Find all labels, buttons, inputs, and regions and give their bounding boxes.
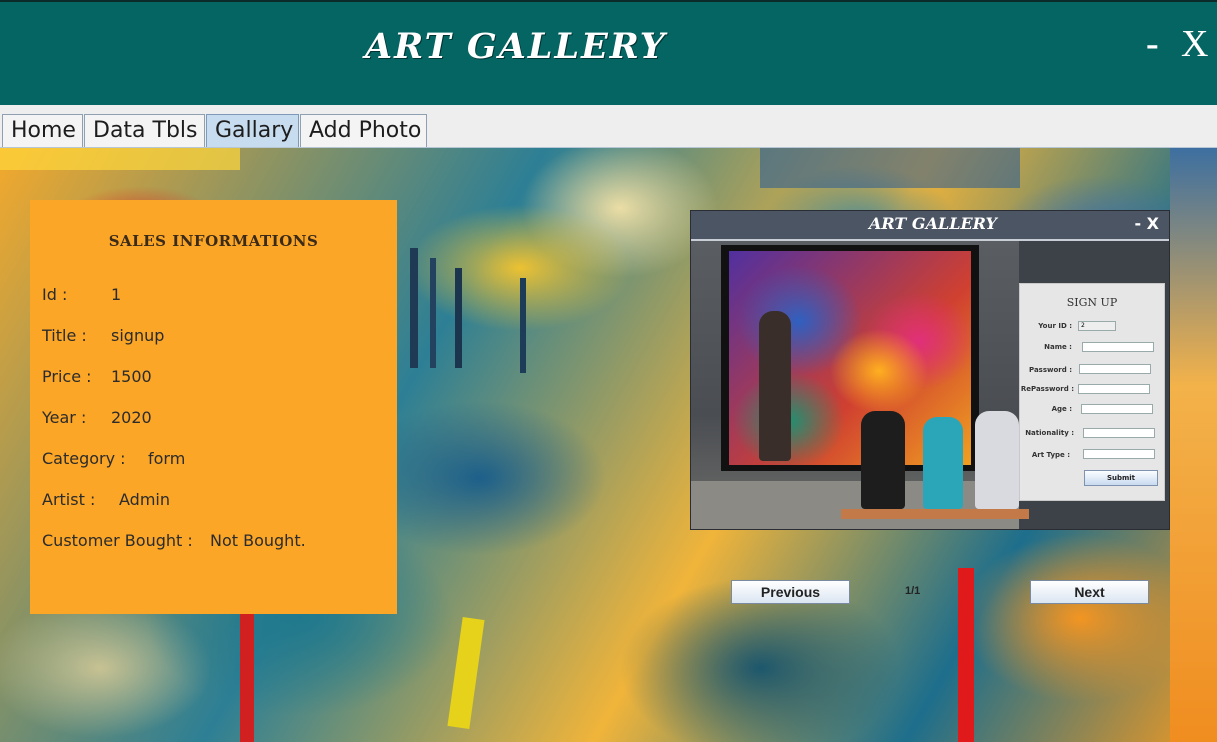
close-button[interactable]: X [1181,24,1208,64]
next-button[interactable]: Next [1030,580,1149,604]
paint-stroke [240,608,254,742]
minimize-button[interactable]: - [1146,24,1159,64]
preview-field-label: Nationality : [1025,429,1074,437]
previous-button[interactable]: Previous [731,580,850,604]
preview-field [1078,384,1150,394]
preview-field-label: Age : [1051,405,1072,413]
info-value: form [148,449,186,468]
sales-info-panel: SALES INFORMATIONS Id : 1 Title : signup P… [30,200,397,614]
info-row-price: Price : 1500 [42,367,152,386]
info-value: Admin [119,490,170,509]
preview-window-buttons: - X [1134,214,1159,233]
info-value: Not Bought. [210,531,306,550]
paint-stroke [1170,148,1217,742]
preview-person [975,411,1019,509]
paint-stroke [455,268,462,368]
info-label: Artist : [42,490,96,509]
info-row-id: Id : 1 [42,285,121,304]
preview-field [1081,404,1153,414]
preview-field [1082,342,1154,352]
info-label: Category : [42,449,126,468]
preview-form-title: SIGN UP [1066,296,1118,309]
preview-signup-form: SIGN UP Your ID : 2 Name : Password : Re… [1019,283,1165,501]
info-label: Price : [42,367,92,386]
paint-stroke [430,258,436,368]
preview-field-label: Art Type : [1031,451,1070,459]
preview-field-label: RePassword : [1020,385,1074,393]
preview-field-label: Your ID : [1038,322,1072,330]
preview-field [1083,428,1155,438]
preview-person [923,417,963,509]
info-row-category: Category : form [42,449,185,468]
sales-info-title: SALES INFORMATIONS [108,232,319,250]
artwork-preview-image: ART GALLERY - X SIGN UP Your ID : 2 Name… [690,210,1170,530]
tab-data-tbls[interactable]: Data Tbls [84,114,205,147]
info-row-title: Title : signup [42,326,164,345]
preview-field-label: Password : [1029,366,1072,374]
preview-floor [691,481,1019,529]
tab-add-photo[interactable]: Add Photo [300,114,427,147]
paint-stroke [520,278,526,373]
tab-home[interactable]: Home [2,114,83,147]
page-counter: 1/1 [905,585,921,597]
preview-app-title: ART GALLERY [869,214,997,233]
preview-gallery-scene [691,241,1029,529]
preview-field-label: Name : [1044,343,1072,351]
app-title: ART GALLERY [365,26,667,67]
tab-bar: Home Data Tbls Gallary Add Photo [0,105,1217,148]
preview-person [861,411,905,509]
paint-stroke [958,568,974,742]
tab-gallary[interactable]: Gallary [206,114,299,147]
paint-stroke [447,617,485,729]
title-bar: ART GALLERY - X [0,0,1217,105]
info-row-year: Year : 2020 [42,408,152,427]
preview-bench [841,509,1029,519]
info-value: 1500 [111,367,152,386]
preview-field [1079,364,1151,374]
paint-stroke [0,148,240,170]
info-label: Year : [42,408,87,427]
info-value: signup [111,326,165,345]
info-row-customer-bought: Customer Bought : Not Bought. [42,531,306,550]
preview-titlebar: ART GALLERY - X [691,211,1169,241]
info-label: Customer Bought : [42,531,193,550]
preview-submit-button: Submit [1084,470,1158,486]
paint-stroke [760,148,1020,188]
paint-stroke [410,248,418,368]
info-label: Id : [42,285,68,304]
info-label: Title : [42,326,87,345]
preview-field: 2 [1078,321,1116,331]
preview-person [759,311,791,461]
info-value: 1 [111,285,122,304]
preview-field [1083,449,1155,459]
info-value: 2020 [111,408,152,427]
info-row-artist: Artist : Admin [42,490,170,509]
